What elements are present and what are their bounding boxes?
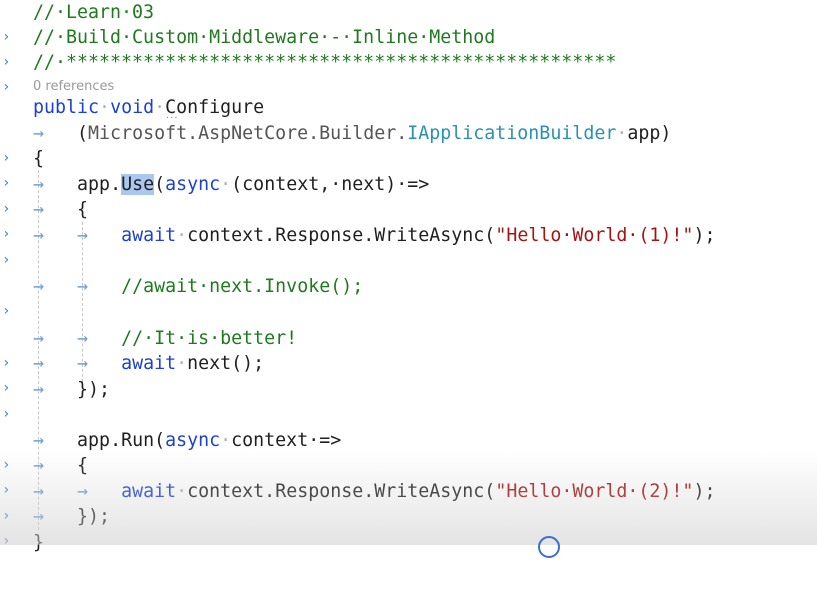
string-literal: "Hello·World·(1)!" (495, 225, 694, 246)
close-run-line: → }); (33, 504, 110, 529)
call-end: ); (693, 481, 716, 502)
keyword: async (165, 174, 221, 195)
code-line: › → → await·context.Response.WriteAsync(… (0, 223, 715, 268)
tab-glyph: → (33, 379, 45, 400)
space-glyph: · (176, 353, 188, 374)
open-brace-line: → { (33, 453, 88, 478)
open-brace: { (77, 199, 89, 220)
comment-title: //·Learn·03 (33, 2, 155, 23)
app-prefix: app. (77, 174, 122, 195)
space-glyph: · (220, 174, 232, 195)
close-use: }); (77, 379, 111, 400)
call-end: ); (693, 225, 716, 246)
code-line: › //·Build·Custom·Middleware·-·Inline·Me… (0, 25, 495, 70)
tab-glyph: → (33, 123, 45, 144)
code-line: › → }); (0, 504, 110, 549)
write-call: context.Response.WriteAsync( (187, 481, 496, 502)
tab-glyph: → (33, 353, 45, 374)
code-line: › { (0, 146, 45, 191)
namespace: Microsoft.AspNetCore.Builder. (88, 123, 408, 144)
comment-subtitle: //·Build·Custom·Middleware·-·Inline·Meth… (33, 27, 496, 48)
keyword: void (110, 97, 155, 118)
tab-glyph: → (77, 481, 89, 502)
comment-better-line: → → //·It·is·better! (33, 326, 297, 351)
comment-separator: //·*************************************… (33, 52, 617, 73)
tab-glyph: → (33, 481, 45, 502)
open-brace: { (77, 455, 89, 476)
run-call: → app.Run(async·context·=> (33, 428, 341, 453)
code-line: public·void·Configure (0, 95, 264, 120)
code-line: › → → await·next(); (0, 351, 264, 396)
tab-glyph: → (33, 328, 45, 349)
code-lens-references[interactable]: 0 references (33, 77, 114, 97)
code-line: › → → await·context.Response.WriteAsync(… (0, 479, 715, 524)
open-brace: { (33, 148, 45, 169)
await-next-line: → → await·next(); (33, 351, 264, 376)
space-glyph: · (176, 481, 188, 502)
tab-glyph: → (33, 199, 45, 220)
close-brace: } (33, 532, 45, 553)
keyword: await (121, 353, 177, 374)
code-line: › → app.Use(async·(context,·next)·=> (0, 172, 429, 217)
tab-glyph: → (33, 276, 45, 297)
code-line: › → (Microsoft.AspNetCore.Builder.IAppli… (0, 121, 671, 166)
tab-glyph: → (77, 353, 89, 374)
string-literal: "Hello·World·(2)!" (495, 481, 694, 502)
type-name: IApplicationBuilder (407, 123, 617, 144)
method-signature: public·void·Configure (33, 95, 264, 120)
keyword: async (165, 430, 221, 451)
space-glyph: · (616, 123, 628, 144)
code-line: › → { (0, 453, 88, 498)
code-line: › → app.Run(async·context·=> (0, 428, 341, 473)
next-call: next(); (187, 353, 265, 374)
margin-marker-icon: › (2, 406, 11, 422)
tab-glyph: → (33, 174, 45, 195)
code-line: › //·***********************************… (0, 50, 616, 95)
mouse-cursor-icon (538, 536, 560, 558)
write-line-1: → → await·context.Response.WriteAsync("H… (33, 223, 715, 248)
use-method-highlight[interactable]: Use (121, 174, 155, 195)
code-line: › → { (0, 197, 88, 242)
space-glyph: · (176, 225, 188, 246)
run-args: context·=> (231, 430, 342, 451)
comment-invoke: //await·next.Invoke(); (121, 276, 364, 297)
close-run: }); (77, 506, 111, 527)
code-line: › → → //·It·is·better! (0, 326, 297, 371)
parameter-line: → (Microsoft.AspNetCore.Builder.IApplica… (33, 123, 672, 144)
commented-invoke-line: → → //await·next.Invoke(); (33, 274, 363, 299)
tab-glyph: → (77, 328, 89, 349)
margin-marker-icon: › (2, 252, 11, 268)
write-call: context.Response.WriteAsync( (187, 225, 496, 246)
use-call: → app.Use(async·(context,·next)·=> (33, 174, 430, 195)
code-line: } (0, 530, 44, 555)
lambda-args: (context,·next)·=> (231, 174, 430, 195)
space-glyph: · (154, 97, 166, 118)
open-brace-line: → { (33, 197, 88, 222)
tab-glyph: → (33, 225, 45, 246)
code-editor[interactable]: › //·Learn·03 › //·Build·Custom·Middlewa… (0, 0, 817, 558)
method-name[interactable]: Configure (165, 97, 264, 118)
comment-better: //·It·is·better! (121, 328, 298, 349)
tab-glyph: → (33, 455, 45, 476)
tab-glyph: → (33, 506, 45, 527)
space-glyph: · (99, 97, 111, 118)
tab-glyph: → (77, 225, 89, 246)
margin-marker-icon: › (2, 303, 11, 319)
tab-glyph: → (33, 430, 45, 451)
tab-glyph: → (77, 276, 89, 297)
code-line: › → }); (0, 377, 110, 422)
write-line-2: → → await·context.Response.WriteAsync("H… (33, 479, 715, 504)
param-name: app (627, 123, 661, 144)
space-glyph: · (220, 430, 232, 451)
code-line: › //·Learn·03 (0, 0, 154, 45)
close-use-line: → }); (33, 377, 110, 402)
code-line: › → → //await·next.Invoke(); (0, 274, 363, 319)
keyword: await (121, 481, 177, 502)
keyword: public (33, 97, 100, 118)
keyword: await (121, 225, 177, 246)
run-prefix: app.Run( (77, 430, 166, 451)
